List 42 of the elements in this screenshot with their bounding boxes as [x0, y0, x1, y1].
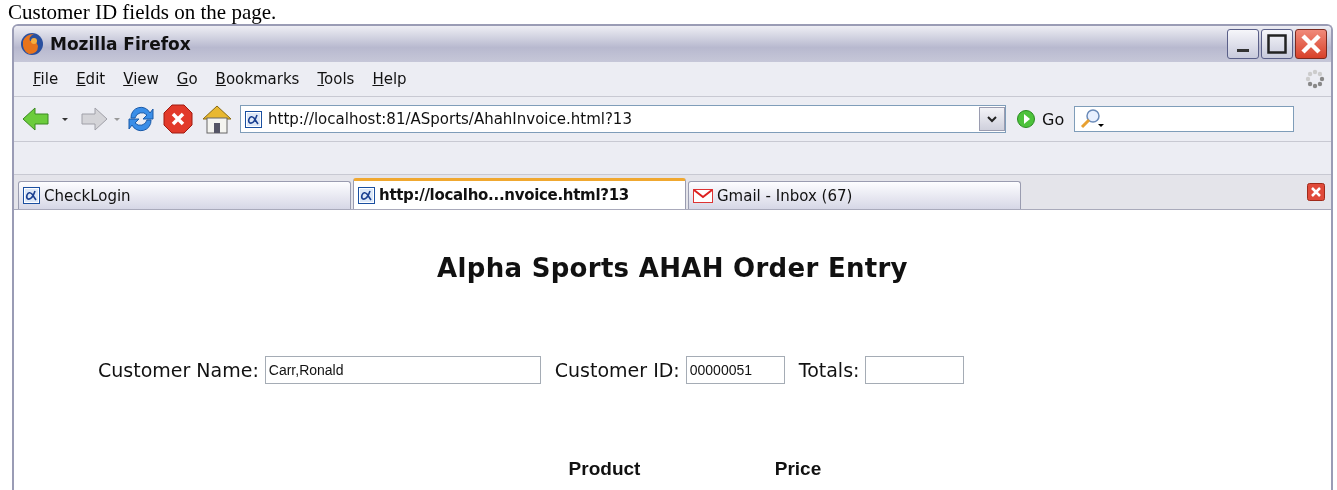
browser-tab[interactable]: http://localho...nvoice.html?13 — [353, 178, 686, 209]
browser-tab[interactable]: CheckLogin — [18, 181, 351, 209]
home-button[interactable] — [200, 103, 234, 135]
throbber-icon — [1305, 69, 1325, 89]
maximize-button[interactable] — [1261, 29, 1293, 59]
chevron-down-icon — [987, 115, 997, 123]
menu-item[interactable]: Help — [363, 67, 416, 91]
menu-item[interactable]: Tools — [308, 67, 364, 91]
column-header: Price — [773, 457, 823, 481]
menu-item[interactable]: Go — [167, 67, 207, 91]
column-header: Product — [567, 457, 642, 481]
address-bar[interactable]: http://localhost:81/ASports/AhahInvoice.html?13 — [240, 105, 1006, 133]
close-tab-button[interactable] — [1307, 183, 1325, 201]
window-title: Mozilla Firefox — [50, 34, 191, 54]
dropdown-button[interactable] — [979, 107, 1005, 131]
menu-item[interactable]: Edit — [67, 67, 115, 91]
input-field[interactable]: Carr,Ronald — [264, 356, 541, 384]
document-text: Customer ID fields on the page. — [8, 0, 277, 24]
field-label: Totals: — [798, 359, 860, 381]
page-icon — [245, 110, 262, 128]
play-icon — [1016, 109, 1036, 129]
firefox-logo-icon — [20, 32, 44, 56]
dropdown-caret-icon[interactable] — [62, 117, 68, 121]
menu-item[interactable]: Bookmarks — [206, 67, 309, 91]
page-icon — [23, 187, 40, 204]
close-button[interactable] — [1295, 29, 1327, 59]
input-field[interactable]: 00000051 — [685, 356, 785, 384]
search-field[interactable] — [1074, 106, 1295, 132]
reload-button[interactable] — [126, 104, 156, 134]
menu-item[interactable]: File — [24, 67, 68, 91]
page-icon — [358, 186, 375, 204]
browser-tab[interactable]: Gmail - Inbox (67) — [688, 181, 1021, 209]
page-heading: Alpha Sports AHAH Order Entry — [436, 252, 909, 285]
menu-item[interactable]: View — [114, 67, 168, 91]
stop-button[interactable] — [162, 103, 194, 135]
field-label: Customer Name: — [98, 359, 259, 381]
field-label: Customer ID: — [554, 359, 680, 381]
input-field[interactable] — [865, 356, 965, 384]
go-button[interactable]: Go — [1012, 109, 1069, 129]
minimize-icon — [1237, 48, 1249, 52]
envelope-icon — [693, 188, 713, 203]
minimize-button[interactable] — [1227, 29, 1259, 59]
